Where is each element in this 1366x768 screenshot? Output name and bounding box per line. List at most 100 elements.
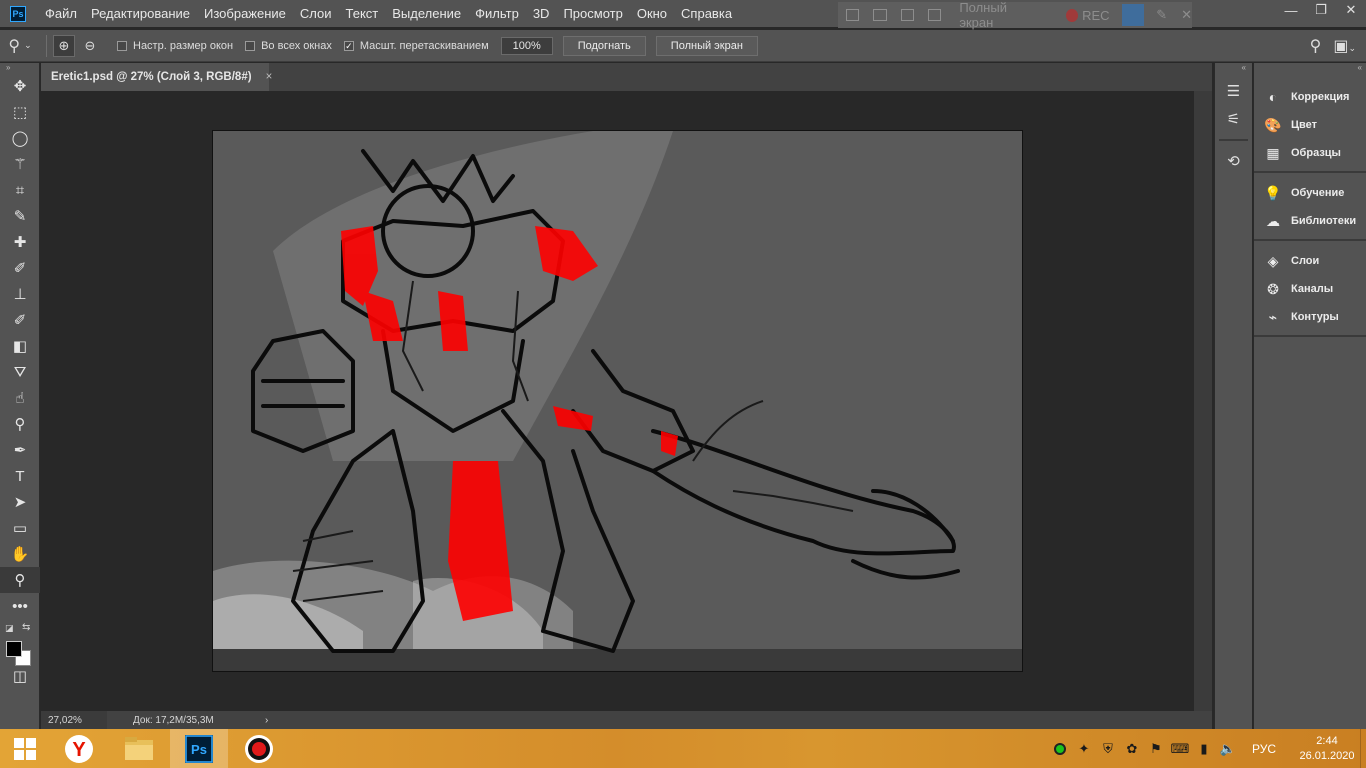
menu-edit[interactable]: Редактирование: [84, 6, 197, 21]
recorder-window-icon[interactable]: [873, 9, 887, 21]
recorder-camera-icon[interactable]: [1121, 4, 1145, 26]
workspace-icon[interactable]: ▣⌄: [1333, 36, 1356, 56]
taskbar-screen-recorder[interactable]: [230, 729, 288, 768]
menu-help[interactable]: Справка: [674, 6, 739, 21]
pen-tool-icon[interactable]: ✒: [0, 437, 40, 463]
marquee-tool-icon[interactable]: ⬚: [0, 99, 40, 125]
tray-volume-icon[interactable]: 🔈: [1216, 741, 1240, 757]
menu-select[interactable]: Выделение: [385, 6, 468, 21]
document-tab[interactable]: Eretic1.psd @ 27% (Слой 3, RGB/8#) ×: [41, 63, 272, 91]
eraser-tool-icon[interactable]: ◧: [0, 333, 40, 359]
quick-mask-icon[interactable]: ◫: [0, 663, 40, 689]
menu-view[interactable]: Просмотр: [556, 6, 629, 21]
zoom-in-button[interactable]: ⊕: [53, 34, 75, 57]
canvas-workspace[interactable]: [41, 91, 1212, 711]
dodge-tool-icon[interactable]: ⚲: [0, 411, 40, 437]
history-brush-tool-icon[interactable]: ✐: [0, 307, 40, 333]
recorder-menu-icon[interactable]: [846, 9, 860, 21]
menu-type[interactable]: Текст: [339, 6, 386, 21]
recorder-region-icon[interactable]: [900, 9, 914, 21]
tray-network-icon[interactable]: ✦: [1072, 741, 1096, 757]
status-menu-arrow-icon[interactable]: ›: [265, 715, 268, 726]
recorder-fullscreen-label[interactable]: Полный экран: [959, 0, 1039, 30]
rectangle-tool-icon[interactable]: ▭: [0, 515, 40, 541]
tray-power-icon[interactable]: ▮: [1192, 741, 1216, 757]
close-button[interactable]: ✕: [1336, 0, 1366, 20]
zoom-tool-icon[interactable]: ⚲: [0, 567, 40, 593]
language-indicator[interactable]: РУС: [1252, 742, 1276, 756]
panel-paths[interactable]: ⌁ Контуры: [1254, 303, 1366, 331]
close-tab-icon[interactable]: ×: [266, 71, 273, 83]
clock[interactable]: 2:44 26.01.2020: [1294, 734, 1360, 764]
collapse-arrows-icon[interactable]: «: [1254, 63, 1366, 77]
show-desktop-button[interactable]: [1360, 729, 1366, 768]
panel-color[interactable]: 🎨 Цвет: [1254, 111, 1366, 139]
brush-settings-icon[interactable]: ☰: [1215, 77, 1252, 105]
start-button[interactable]: [0, 729, 50, 768]
panel-swatches[interactable]: ▦ Образцы: [1254, 139, 1366, 167]
resize-windows-checkbox[interactable]: Настр. размер окон: [117, 40, 233, 52]
fit-screen-button[interactable]: Подогнать: [562, 35, 646, 56]
stamp-tool-icon[interactable]: ⊥: [0, 281, 40, 307]
recorder-close-icon[interactable]: ✕: [1181, 7, 1192, 23]
panel-layers[interactable]: ◈ Слои: [1254, 247, 1366, 275]
restore-button[interactable]: ❐: [1306, 0, 1336, 20]
menu-3d[interactable]: 3D: [526, 6, 557, 21]
record-dot-icon[interactable]: [1065, 8, 1079, 22]
tray-green-dot-icon[interactable]: [1048, 742, 1072, 755]
panel-adjustments[interactable]: ◐ Коррекция: [1254, 83, 1366, 111]
checkmark-icon[interactable]: ✓: [343, 40, 354, 51]
vertical-scrollbar[interactable]: [1194, 91, 1212, 711]
tray-display-icon[interactable]: ⌨: [1168, 741, 1192, 757]
recorder-rec-label[interactable]: REC: [1082, 8, 1109, 23]
taskbar-yandex-browser[interactable]: Y: [50, 729, 108, 768]
scrubby-zoom-checkbox[interactable]: ✓ Масшт. перетаскиванием: [343, 40, 489, 52]
menu-window[interactable]: Окно: [630, 6, 674, 21]
minimize-button[interactable]: —: [1276, 0, 1306, 20]
tray-security-icon[interactable]: ⛨: [1096, 741, 1120, 757]
zoom-out-button[interactable]: ⊖: [79, 35, 101, 57]
crop-tool-icon[interactable]: ⌗: [0, 177, 40, 203]
hand-tool-icon[interactable]: ✋: [0, 541, 40, 567]
menu-layer[interactable]: Слои: [293, 6, 339, 21]
foreground-color-swatch[interactable]: [6, 641, 22, 657]
fill-screen-button[interactable]: Полный экран: [655, 35, 758, 56]
menu-file[interactable]: Файл: [38, 6, 84, 21]
eyedropper-tool-icon[interactable]: ✎: [0, 203, 40, 229]
smudge-tool-icon[interactable]: ☝: [0, 385, 40, 411]
brush-tool-icon[interactable]: ✐: [0, 255, 40, 281]
recorder-crop-icon[interactable]: [927, 9, 942, 21]
all-windows-checkbox[interactable]: Во всех окнах: [245, 40, 332, 52]
healing-brush-tool-icon[interactable]: ✚: [0, 229, 40, 255]
brush-presets-icon[interactable]: ⚟: [1215, 105, 1252, 133]
tray-app-icon[interactable]: ✿: [1120, 741, 1144, 757]
lasso-tool-icon[interactable]: ◯: [0, 125, 40, 151]
tool-preset-picker[interactable]: ⚲ ⌄: [0, 36, 40, 56]
search-icon[interactable]: ⚲: [1310, 36, 1322, 56]
panel-channels[interactable]: ❂ Каналы: [1254, 275, 1366, 303]
swap-colors-icon[interactable]: ⇆: [22, 622, 30, 633]
taskbar-file-explorer[interactable]: [110, 729, 168, 768]
tray-flag-icon[interactable]: ⚑: [1144, 741, 1168, 757]
zoom-percent-field[interactable]: 100%: [500, 36, 553, 55]
zoom-level-field[interactable]: 27,02%: [41, 711, 107, 729]
menu-image[interactable]: Изображение: [197, 6, 293, 21]
collapse-arrows-icon[interactable]: «: [1215, 63, 1252, 77]
paint-bucket-tool-icon[interactable]: ⛛: [0, 359, 40, 385]
collapse-arrows-icon[interactable]: »: [0, 63, 39, 73]
taskbar-photoshop[interactable]: Ps: [170, 729, 228, 768]
checkbox-box[interactable]: [117, 40, 127, 51]
recorder-pen-icon[interactable]: ✎: [1156, 7, 1167, 23]
document-canvas[interactable]: [212, 130, 1023, 672]
menu-filter[interactable]: Фильтр: [468, 6, 526, 21]
type-tool-icon[interactable]: T: [0, 463, 40, 489]
more-tools-icon[interactable]: •••: [0, 593, 40, 619]
magic-wand-tool-icon[interactable]: ⚚: [0, 151, 40, 177]
move-tool-icon[interactable]: ✥: [0, 73, 40, 99]
path-selection-tool-icon[interactable]: ➤: [0, 489, 40, 515]
checkbox-box[interactable]: [245, 40, 256, 51]
history-icon[interactable]: ⟲: [1215, 147, 1252, 175]
panel-libraries[interactable]: ☁ Библиотеки: [1254, 207, 1366, 235]
default-colors-icon[interactable]: ◪: [5, 623, 14, 634]
panel-learn[interactable]: 💡 Обучение: [1254, 179, 1366, 207]
